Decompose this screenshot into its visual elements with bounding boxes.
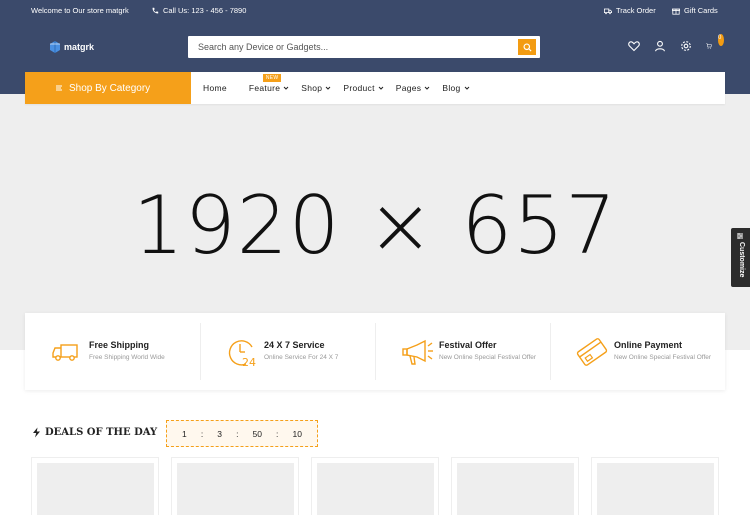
product-card[interactable] xyxy=(451,457,579,515)
shop-by-category-button[interactable]: Shop By Category xyxy=(25,72,191,104)
logo-icon xyxy=(50,41,60,53)
chevron-down-icon xyxy=(283,86,289,90)
feature-festival-offer: Festival Offer New Online Special Festiv… xyxy=(375,313,550,390)
timer-separator: : xyxy=(200,428,204,439)
settings-button[interactable] xyxy=(680,40,692,52)
wishlist-button[interactable] xyxy=(628,40,640,52)
nav-item-product[interactable]: Product xyxy=(343,83,384,93)
customize-label: Customize xyxy=(738,242,745,278)
feature-title: Online Payment xyxy=(614,340,683,350)
product-image-placeholder xyxy=(597,463,714,515)
chevron-down-icon xyxy=(464,86,469,90)
hero-placeholder-text: 1920 × 657 xyxy=(132,179,618,272)
features-strip: Free Shipping Free Shipping World Wide 2… xyxy=(25,313,725,390)
product-image-placeholder xyxy=(37,463,154,515)
timer-minutes: 50 xyxy=(252,428,262,439)
nav-item-label: Pages xyxy=(395,83,422,93)
logo[interactable]: matgrk xyxy=(48,40,94,54)
feature-subtitle: Online Service For 24 X 7 xyxy=(264,354,339,361)
nav-menu: Home NEW Feature Shop Product Pages Blog xyxy=(203,72,470,104)
product-card[interactable] xyxy=(591,457,719,515)
user-icon xyxy=(654,40,666,52)
gift-cards-label: Gift Cards xyxy=(684,6,718,15)
category-label: Shop By Category xyxy=(69,82,151,94)
nav-item-label: Product xyxy=(343,83,375,93)
feature-24x7-service: 24 24 X 7 Service Online Service For 24 … xyxy=(200,313,375,390)
search-button[interactable] xyxy=(518,39,536,55)
nav-item-pages[interactable]: Pages xyxy=(396,83,431,93)
track-order-label: Track Order xyxy=(616,6,656,15)
account-button[interactable] xyxy=(654,40,666,52)
feature-title: Free Shipping xyxy=(89,340,150,350)
header-icons: 0 xyxy=(628,34,724,52)
nav-item-blog[interactable]: Blog xyxy=(442,83,469,93)
clock-24-icon: 24 xyxy=(226,337,260,369)
timer-separator: : xyxy=(236,428,239,439)
heart-icon xyxy=(628,41,640,52)
search-bar xyxy=(188,36,540,58)
megaphone-icon xyxy=(401,337,435,367)
credit-card-icon xyxy=(576,337,610,367)
timer-seconds: 10 xyxy=(292,428,302,439)
nav-item-label: Home xyxy=(203,83,227,93)
product-card[interactable] xyxy=(311,457,439,515)
logo-text: matgrk xyxy=(64,42,95,52)
feature-title: Festival Offer xyxy=(439,340,497,350)
feature-subtitle: Free Shipping World Wide xyxy=(89,354,165,361)
feature-subtitle: New Online Special Festival Offer xyxy=(614,354,712,361)
cart-count-badge: 0 xyxy=(718,34,724,46)
deals-title-text: DEALS OF THE DAY xyxy=(45,427,158,438)
gift-cards-link[interactable]: Gift Cards xyxy=(672,6,718,15)
gift-icon xyxy=(672,8,680,15)
call-info: Call Us: 123 - 456 - 7890 xyxy=(151,6,246,15)
new-badge: NEW xyxy=(262,74,282,82)
feature-title: 24 X 7 Service xyxy=(264,340,325,350)
customize-tab[interactable]: Customize xyxy=(731,228,750,287)
nav-item-shop[interactable]: Shop xyxy=(301,83,331,93)
sliders-icon xyxy=(737,233,743,239)
deals-product-list xyxy=(31,457,721,515)
search-icon xyxy=(522,42,532,52)
lightning-icon xyxy=(33,427,40,438)
countdown-timer: 1 : 3 : 50 : 10 xyxy=(166,420,318,447)
search-input[interactable] xyxy=(198,40,508,54)
truck-icon xyxy=(51,337,85,367)
gear-icon xyxy=(681,41,691,51)
timer-days: 1 xyxy=(182,428,187,439)
chevron-down-icon xyxy=(325,86,331,90)
product-card[interactable] xyxy=(171,457,299,515)
feature-subtitle: New Online Special Festival Offer xyxy=(439,354,537,361)
chevron-down-icon xyxy=(378,86,384,90)
track-order-link[interactable]: Track Order xyxy=(604,6,656,15)
call-text: Call Us: 123 - 456 - 7890 xyxy=(163,6,247,15)
feature-online-payment: Online Payment New Online Special Festiv… xyxy=(550,313,725,390)
feature-free-shipping: Free Shipping Free Shipping World Wide xyxy=(25,313,200,390)
phone-icon xyxy=(152,7,159,13)
deals-title: DEALS OF THE DAY xyxy=(32,427,157,438)
timer-hours: 3 xyxy=(217,428,222,439)
svg-text:24: 24 xyxy=(242,356,256,367)
product-image-placeholder xyxy=(177,463,294,515)
product-card[interactable] xyxy=(31,457,159,515)
nav-item-label: Blog xyxy=(442,83,461,93)
product-image-placeholder xyxy=(457,463,574,515)
nav-item-label: Feature xyxy=(248,83,281,93)
topbar: Welcome to Our store matgrk Call Us: 123… xyxy=(0,0,750,22)
menu-lines-icon xyxy=(56,85,62,91)
timer-separator: : xyxy=(276,428,279,439)
chevron-down-icon xyxy=(425,86,430,90)
hero-banner[interactable]: 1920 × 657 xyxy=(0,94,750,350)
cart-button[interactable]: 0 xyxy=(706,34,724,52)
nav-item-home[interactable]: Home xyxy=(203,83,227,93)
product-image-placeholder xyxy=(317,463,434,515)
nav-item-feature[interactable]: NEW Feature xyxy=(248,74,289,93)
main-nav: Shop By Category Home NEW Feature Shop P… xyxy=(25,72,725,104)
welcome-text: Welcome to Our store matgrk xyxy=(31,6,129,15)
cart-icon xyxy=(706,43,712,49)
truck-small-icon xyxy=(604,8,612,14)
nav-item-label: Shop xyxy=(301,83,323,93)
